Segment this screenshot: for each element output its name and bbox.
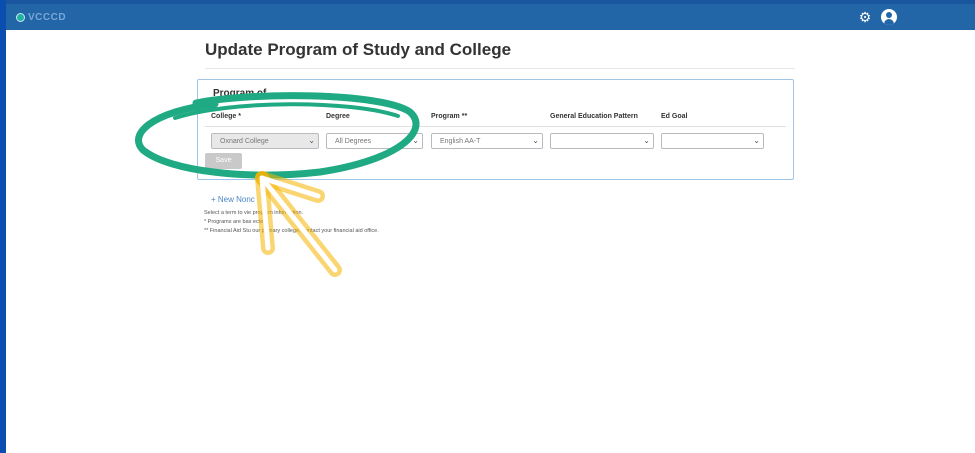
program-column-label: Program ** — [431, 113, 468, 120]
logo[interactable]: VCCCD — [16, 10, 66, 24]
logo-icon — [16, 12, 25, 22]
chevron-down-icon: ⌄ — [412, 136, 419, 145]
new-noncredit-link[interactable]: + New Nonc — [211, 195, 255, 204]
note-line-3: ** Financial Aid Stu our primary college… — [204, 228, 379, 234]
gen-ed-select[interactable]: ⌄ — [550, 133, 654, 149]
college-select[interactable]: Oxnard College ⌄ — [211, 133, 319, 149]
title-divider — [205, 68, 795, 69]
degree-select[interactable]: All Degrees ⌄ — [326, 133, 423, 149]
chevron-down-icon: ⌄ — [643, 136, 650, 145]
degree-select-value: All Degrees — [335, 138, 372, 145]
user-icon-head — [886, 12, 892, 18]
gen-ed-column-label: General Education Pattern — [550, 113, 638, 120]
ed-goal-column-label: Ed Goal — [661, 113, 688, 120]
save-button[interactable]: Save — [205, 153, 242, 169]
degree-column-label: Degree — [326, 113, 350, 120]
college-column-label: College * — [211, 113, 241, 120]
page-title: Update Program of Study and College — [205, 40, 512, 59]
top-navigation-bar: VCCCD ⚙ — [6, 0, 975, 30]
ed-goal-select[interactable]: ⌄ — [661, 133, 764, 149]
user-icon[interactable] — [881, 9, 897, 25]
user-icon-body — [884, 19, 894, 25]
note-line-2: * Programs are bas ected. — [204, 219, 268, 225]
college-select-value: Oxnard College — [220, 138, 269, 145]
app-window: VCCCD ⚙ Update Program of Study and Coll… — [6, 0, 975, 453]
panel-title: Program of — [213, 88, 267, 99]
program-select[interactable]: English AA-T ⌄ — [431, 133, 543, 149]
header-divider — [205, 126, 786, 127]
program-select-value: English AA-T — [440, 138, 481, 145]
note-line-1: Select a term to vie prog am information… — [204, 210, 304, 216]
gear-icon[interactable]: ⚙ — [858, 10, 872, 24]
chevron-down-icon: ⌄ — [532, 136, 539, 145]
chevron-down-icon: ⌄ — [308, 136, 315, 145]
chevron-down-icon: ⌄ — [753, 136, 760, 145]
program-of-study-panel: Program of College * Degree Program ** G… — [197, 79, 794, 180]
logo-text: VCCCD — [28, 11, 67, 23]
